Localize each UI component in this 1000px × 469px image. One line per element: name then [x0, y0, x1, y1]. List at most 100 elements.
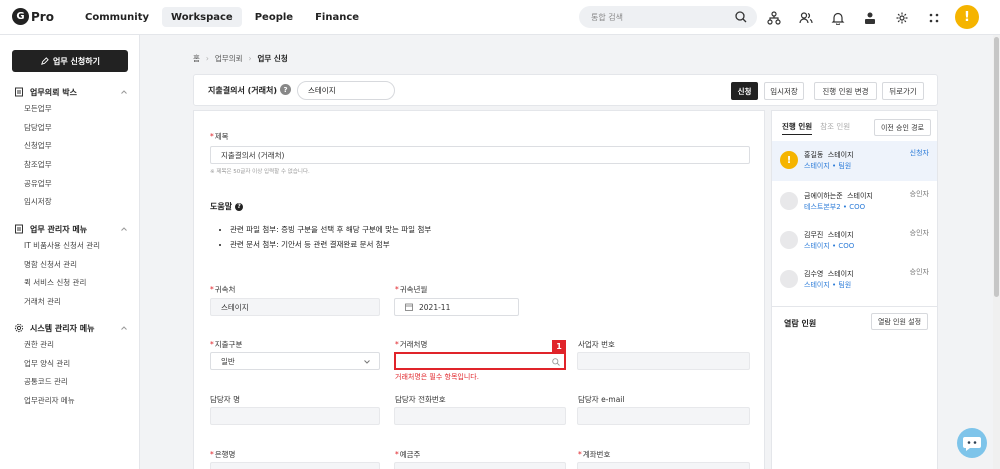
viewers-title: 열람 인원	[784, 319, 817, 328]
sidebar-item-requested[interactable]: 신청업무	[0, 136, 140, 155]
help-icon[interactable]: ?	[280, 84, 291, 95]
top-icon-bar	[764, 8, 956, 28]
help-list: 관련 파일 첨부: 증빙 구분을 선택 후 해당 구분에 맞는 파일 첨부 관련…	[230, 224, 431, 254]
submit-button[interactable]: 신청	[731, 82, 758, 100]
breadcrumb-requests[interactable]: 업무의뢰	[215, 53, 243, 64]
sidebar-item-quick-service[interactable]: 퀵 서비스 신청 관리	[0, 273, 140, 292]
breadcrumb-home[interactable]: 홈	[193, 53, 200, 64]
vendor-search-input[interactable]	[394, 352, 566, 370]
approval-panel: 진행 인원 참조 인원 이전 승인 경로 ! 홍길동 스테이지 스테이지 • 팀…	[771, 110, 938, 469]
search-input[interactable]	[591, 12, 735, 22]
approver-item[interactable]: 김수영 스테이지 스테이지 • 팀원 승인자	[772, 260, 937, 300]
bank-input[interactable]	[210, 462, 380, 469]
search-icon[interactable]	[735, 11, 747, 23]
org-selector[interactable]: 스테이지	[297, 81, 395, 100]
account-input[interactable]	[577, 462, 750, 469]
vendor-error-message: 거래처명은 필수 항목입니다.	[395, 373, 479, 381]
app-logo[interactable]: G Pro	[12, 8, 54, 25]
logo-text: Pro	[31, 9, 54, 24]
sidebar-item-referenced[interactable]: 참조업무	[0, 155, 140, 174]
sidebar-item-permissions[interactable]: 권한 관리	[0, 335, 140, 354]
sidebar: 업무 신청하기 업무의뢰 박스 모든업무 담당업무 신청업무 참조업무 공유업무…	[0, 35, 140, 469]
contact-name-input[interactable]	[210, 407, 380, 425]
nav-workspace[interactable]: Workspace	[162, 7, 242, 27]
chevron-right-icon: ›	[205, 54, 209, 63]
chevron-up-icon[interactable]	[120, 225, 128, 233]
apps-grid-icon[interactable]	[924, 8, 944, 28]
search-icon[interactable]	[552, 358, 560, 366]
page-title: 지출결의서 (거래처)	[208, 86, 277, 95]
contact-email-label: 담당자 e-mail	[578, 395, 625, 404]
sidebar-item-common-codes[interactable]: 공통코드 관리	[0, 372, 140, 391]
logo-mark: G	[12, 8, 29, 25]
bell-icon[interactable]	[828, 8, 848, 28]
document-icon	[15, 224, 23, 234]
breadcrumb: 홈 › 업무의뢰 › 업무 신청	[193, 53, 288, 64]
sidebar-item-business-card[interactable]: 명함 신청서 관리	[0, 255, 140, 274]
sidebar-group-task-admin: 업무 관리자 메뉴 IT 비품사용 신청서 관리 명함 신청서 관리 퀵 서비스…	[0, 222, 140, 311]
business-no-input[interactable]	[577, 352, 750, 370]
approver-item[interactable]: 금에이하는준 스테이지 테스트본부2 • COO 승인자	[772, 182, 937, 222]
affiliation-label: *귀속처	[210, 285, 236, 294]
save-draft-button[interactable]: 임시저장	[764, 82, 804, 100]
chevron-up-icon[interactable]	[120, 88, 128, 96]
settings-gear-icon[interactable]	[892, 8, 912, 28]
title-input[interactable]: 지출결의서 (거래처)	[210, 146, 750, 164]
approver-name: 금에이하는준 스테이지	[804, 192, 873, 200]
sidebar-group-header[interactable]: 업무 관리자 메뉴	[0, 222, 140, 236]
avatar: !	[780, 151, 798, 169]
approval-tabs: 진행 인원 참조 인원	[782, 121, 858, 135]
sidebar-item-all[interactable]: 모든업무	[0, 99, 140, 118]
people-icon[interactable]	[796, 8, 816, 28]
change-approvers-button[interactable]: 진행 인원 변경	[814, 82, 877, 100]
nav-finance[interactable]: Finance	[306, 7, 368, 27]
document-icon	[15, 87, 23, 97]
avatar	[780, 270, 798, 288]
chevron-down-icon	[364, 360, 370, 364]
approver-role: 승인자	[909, 268, 929, 276]
approver-item[interactable]: ! 홍길동 스테이지 스테이지 • 팀원 신청자	[772, 141, 937, 181]
period-label: *귀속년월	[395, 285, 428, 294]
sidebar-item-shared[interactable]: 공유업무	[0, 174, 140, 193]
period-picker[interactable]: 2021-11	[394, 298, 519, 316]
page-scrollbar[interactable]	[993, 35, 1000, 469]
new-request-button[interactable]: 업무 신청하기	[12, 50, 128, 72]
back-button[interactable]: 뒤로가기	[882, 82, 924, 100]
sidebar-item-form-templates[interactable]: 업무 양식 관리	[0, 354, 140, 373]
admin-icon[interactable]	[860, 8, 880, 28]
approver-item[interactable]: 김무진 스테이지 스테이지 • COO 승인자	[772, 221, 937, 261]
org-chart-icon[interactable]	[764, 8, 784, 28]
viewer-settings-button[interactable]: 열람 인원 설정	[871, 313, 928, 330]
chevron-up-icon[interactable]	[120, 324, 128, 332]
document-header: 지출결의서 (거래처) ? 스테이지 신청 임시저장 진행 인원 변경 뒤로가기	[193, 74, 938, 106]
chatbot-button[interactable]	[957, 428, 987, 458]
approver-dept: 스테이지 • 팀원	[804, 281, 852, 289]
sidebar-group-inbox: 업무의뢰 박스 모든업무 담당업무 신청업무 참조업무 공유업무 임시저장	[0, 85, 140, 211]
divider	[772, 306, 937, 307]
vendor-label: *거래처명	[395, 340, 428, 349]
scrollbar-thumb[interactable]	[994, 37, 999, 297]
expense-type-select[interactable]: 일반	[210, 352, 380, 370]
affiliation-select[interactable]: 스테이지	[210, 298, 380, 316]
tab-references[interactable]: 참조 인원	[820, 121, 850, 135]
sidebar-group-header[interactable]: 시스템 관리자 메뉴	[0, 321, 140, 335]
contact-email-input[interactable]	[577, 407, 750, 425]
sidebar-group-header[interactable]: 업무의뢰 박스	[0, 85, 140, 99]
sidebar-item-drafts[interactable]: 임시저장	[0, 192, 140, 211]
account-label: *계좌번호	[578, 450, 611, 459]
approver-role: 승인자	[909, 229, 929, 237]
nav-people[interactable]: People	[246, 7, 302, 27]
previous-route-button[interactable]: 이전 승인 경로	[874, 119, 931, 136]
tab-approvers[interactable]: 진행 인원	[782, 121, 813, 135]
depositor-input[interactable]	[394, 462, 566, 469]
error-marker-badge: 1	[552, 340, 566, 352]
sidebar-item-task-admin-menu[interactable]: 업무관리자 메뉴	[0, 391, 140, 410]
sidebar-group-title: 업무의뢰 박스	[30, 87, 77, 97]
user-avatar[interactable]: !	[955, 5, 979, 29]
approver-dept: 테스트본부2 • COO	[804, 203, 866, 211]
sidebar-item-it-supplies[interactable]: IT 비품사용 신청서 관리	[0, 236, 140, 255]
sidebar-item-vendors[interactable]: 거래처 관리	[0, 292, 140, 311]
nav-community[interactable]: Community	[76, 7, 158, 27]
sidebar-item-assigned[interactable]: 담당업무	[0, 118, 140, 137]
contact-phone-input[interactable]	[394, 407, 566, 425]
